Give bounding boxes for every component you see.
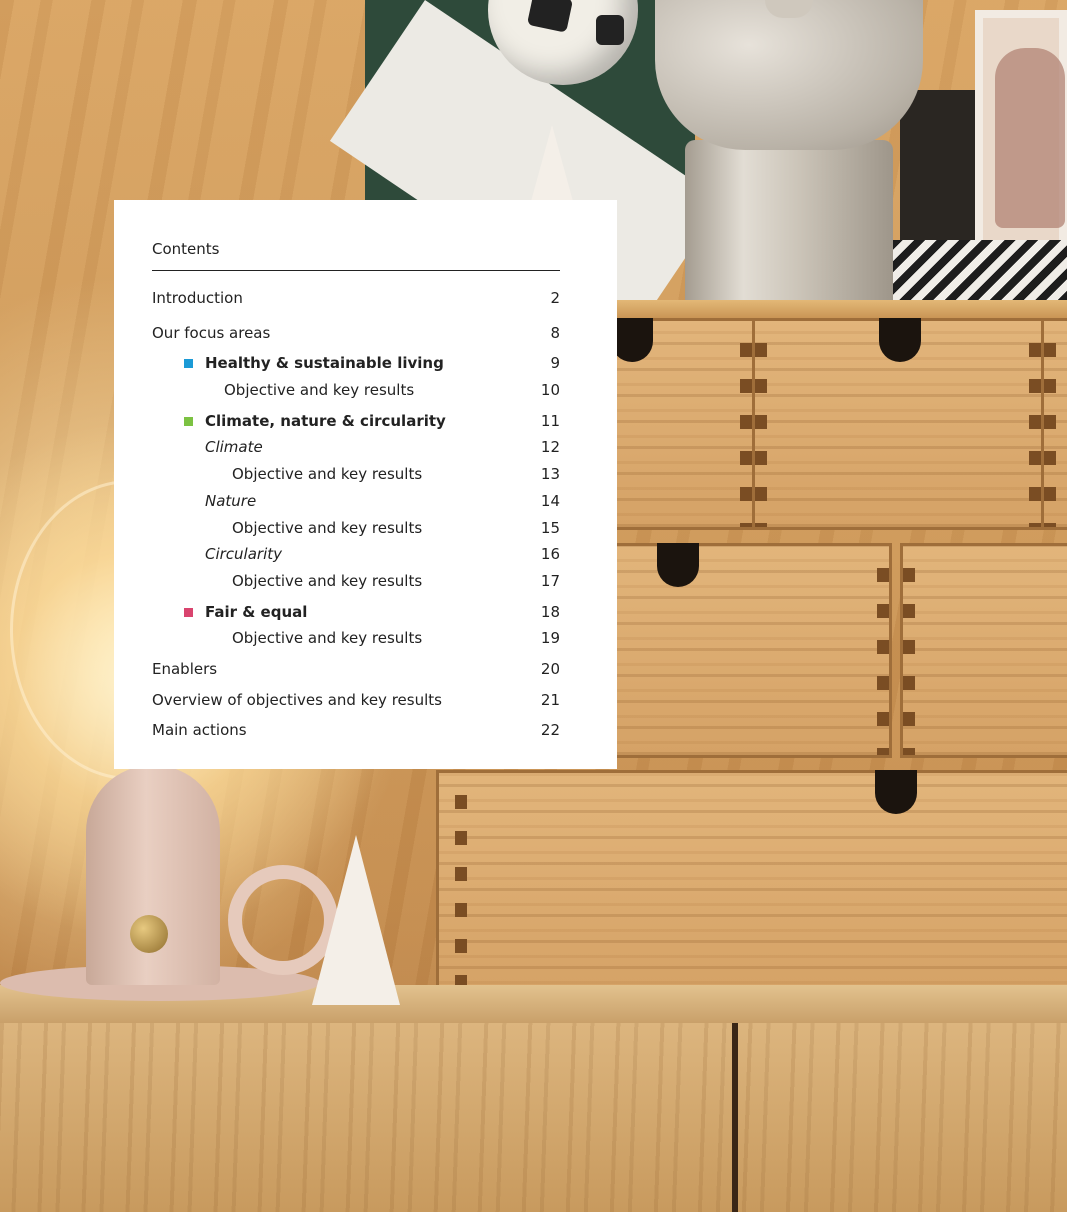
drawer	[600, 318, 755, 530]
toc-entry-fair-equal[interactable]: Fair & equal 18	[152, 601, 560, 623]
paper-tree-icon	[312, 835, 400, 1005]
toc-page: 17	[540, 572, 560, 590]
toc-page: 18	[540, 603, 560, 621]
toc-label: Objective and key results	[232, 465, 423, 483]
picture-frame	[975, 10, 1067, 270]
toc-entry-healthy-living[interactable]: Healthy & sustainable living 9	[152, 352, 560, 374]
toc-page: 16	[540, 545, 560, 563]
toc-entry-circularity[interactable]: Circularity 16	[152, 543, 560, 565]
toc-page: 21	[540, 691, 560, 709]
ceramic-jar	[685, 140, 893, 305]
toc-label: Overview of objectives and key results	[152, 691, 442, 709]
toc-label: Climate	[205, 438, 263, 456]
toc-page: 22	[540, 721, 560, 739]
lamp-knob	[130, 915, 168, 953]
blue-square-icon	[184, 359, 193, 368]
toc-page: 8	[550, 324, 560, 342]
pink-square-icon	[184, 608, 193, 617]
toc-entry-overview[interactable]: Overview of objectives and key results 2…	[152, 689, 560, 711]
toc-entry-objective[interactable]: Objective and key results 17	[152, 570, 560, 592]
toc-page: 15	[540, 519, 560, 537]
toc-label: Objective and key results	[232, 519, 423, 537]
toc-page: 14	[540, 492, 560, 510]
paper-tree-icon	[530, 125, 574, 205]
drawer	[436, 770, 1067, 998]
toc-entry-climate-nature[interactable]: Climate, nature & circularity 11	[152, 410, 560, 432]
ceramic-jar-lid	[655, 0, 923, 150]
toc-label: Objective and key results	[232, 629, 423, 647]
toc-page: 11	[540, 412, 560, 430]
drawer	[1041, 318, 1067, 530]
toc-label: Objective and key results	[224, 381, 415, 399]
toc-label: Circularity	[205, 545, 283, 563]
toc-label: Nature	[205, 492, 257, 510]
toc-page: 20	[540, 660, 560, 678]
contents-title: Contents	[152, 240, 220, 258]
toc-page: 12	[540, 438, 560, 456]
toc-page: 13	[540, 465, 560, 483]
toc-entry-focus-areas[interactable]: Our focus areas 8	[152, 322, 560, 344]
toc-page: 19	[540, 629, 560, 647]
toc-entry-objective[interactable]: Objective and key results 19	[152, 627, 560, 649]
striped-box	[893, 240, 1067, 302]
toc-entry-climate[interactable]: Climate 12	[152, 436, 560, 458]
toc-label: Our focus areas	[152, 324, 271, 342]
contents-card: Contents Introduction 2 Our focus areas …	[114, 200, 617, 769]
toc-entry-objective[interactable]: Objective and key results 13	[152, 463, 560, 485]
toc-label: Introduction	[152, 289, 243, 307]
toc-label: Fair & equal	[205, 603, 308, 621]
green-square-icon	[184, 417, 193, 426]
toc-page: 10	[540, 381, 560, 399]
toc-page: 2	[550, 289, 560, 307]
toc-label: Main actions	[152, 721, 247, 739]
toc-entry-objective[interactable]: Objective and key results 15	[152, 517, 560, 539]
cabinet	[0, 1023, 1067, 1212]
drawer	[600, 543, 892, 758]
toc-entry-nature[interactable]: Nature 14	[152, 490, 560, 512]
toc-label: Healthy & sustainable living	[205, 354, 444, 372]
toc-label: Objective and key results	[232, 572, 423, 590]
toc-page: 9	[550, 354, 560, 372]
toc-entry-objective[interactable]: Objective and key results 10	[152, 379, 560, 401]
drawer	[900, 543, 1067, 758]
title-divider	[152, 270, 560, 271]
toc-entry-main-actions[interactable]: Main actions 22	[152, 719, 560, 741]
toc-label: Enablers	[152, 660, 218, 678]
drawer	[752, 318, 1044, 530]
toc-entry-introduction[interactable]: Introduction 2	[152, 287, 560, 309]
toc-label: Climate, nature & circularity	[205, 412, 446, 430]
toc-entry-enablers[interactable]: Enablers 20	[152, 658, 560, 680]
